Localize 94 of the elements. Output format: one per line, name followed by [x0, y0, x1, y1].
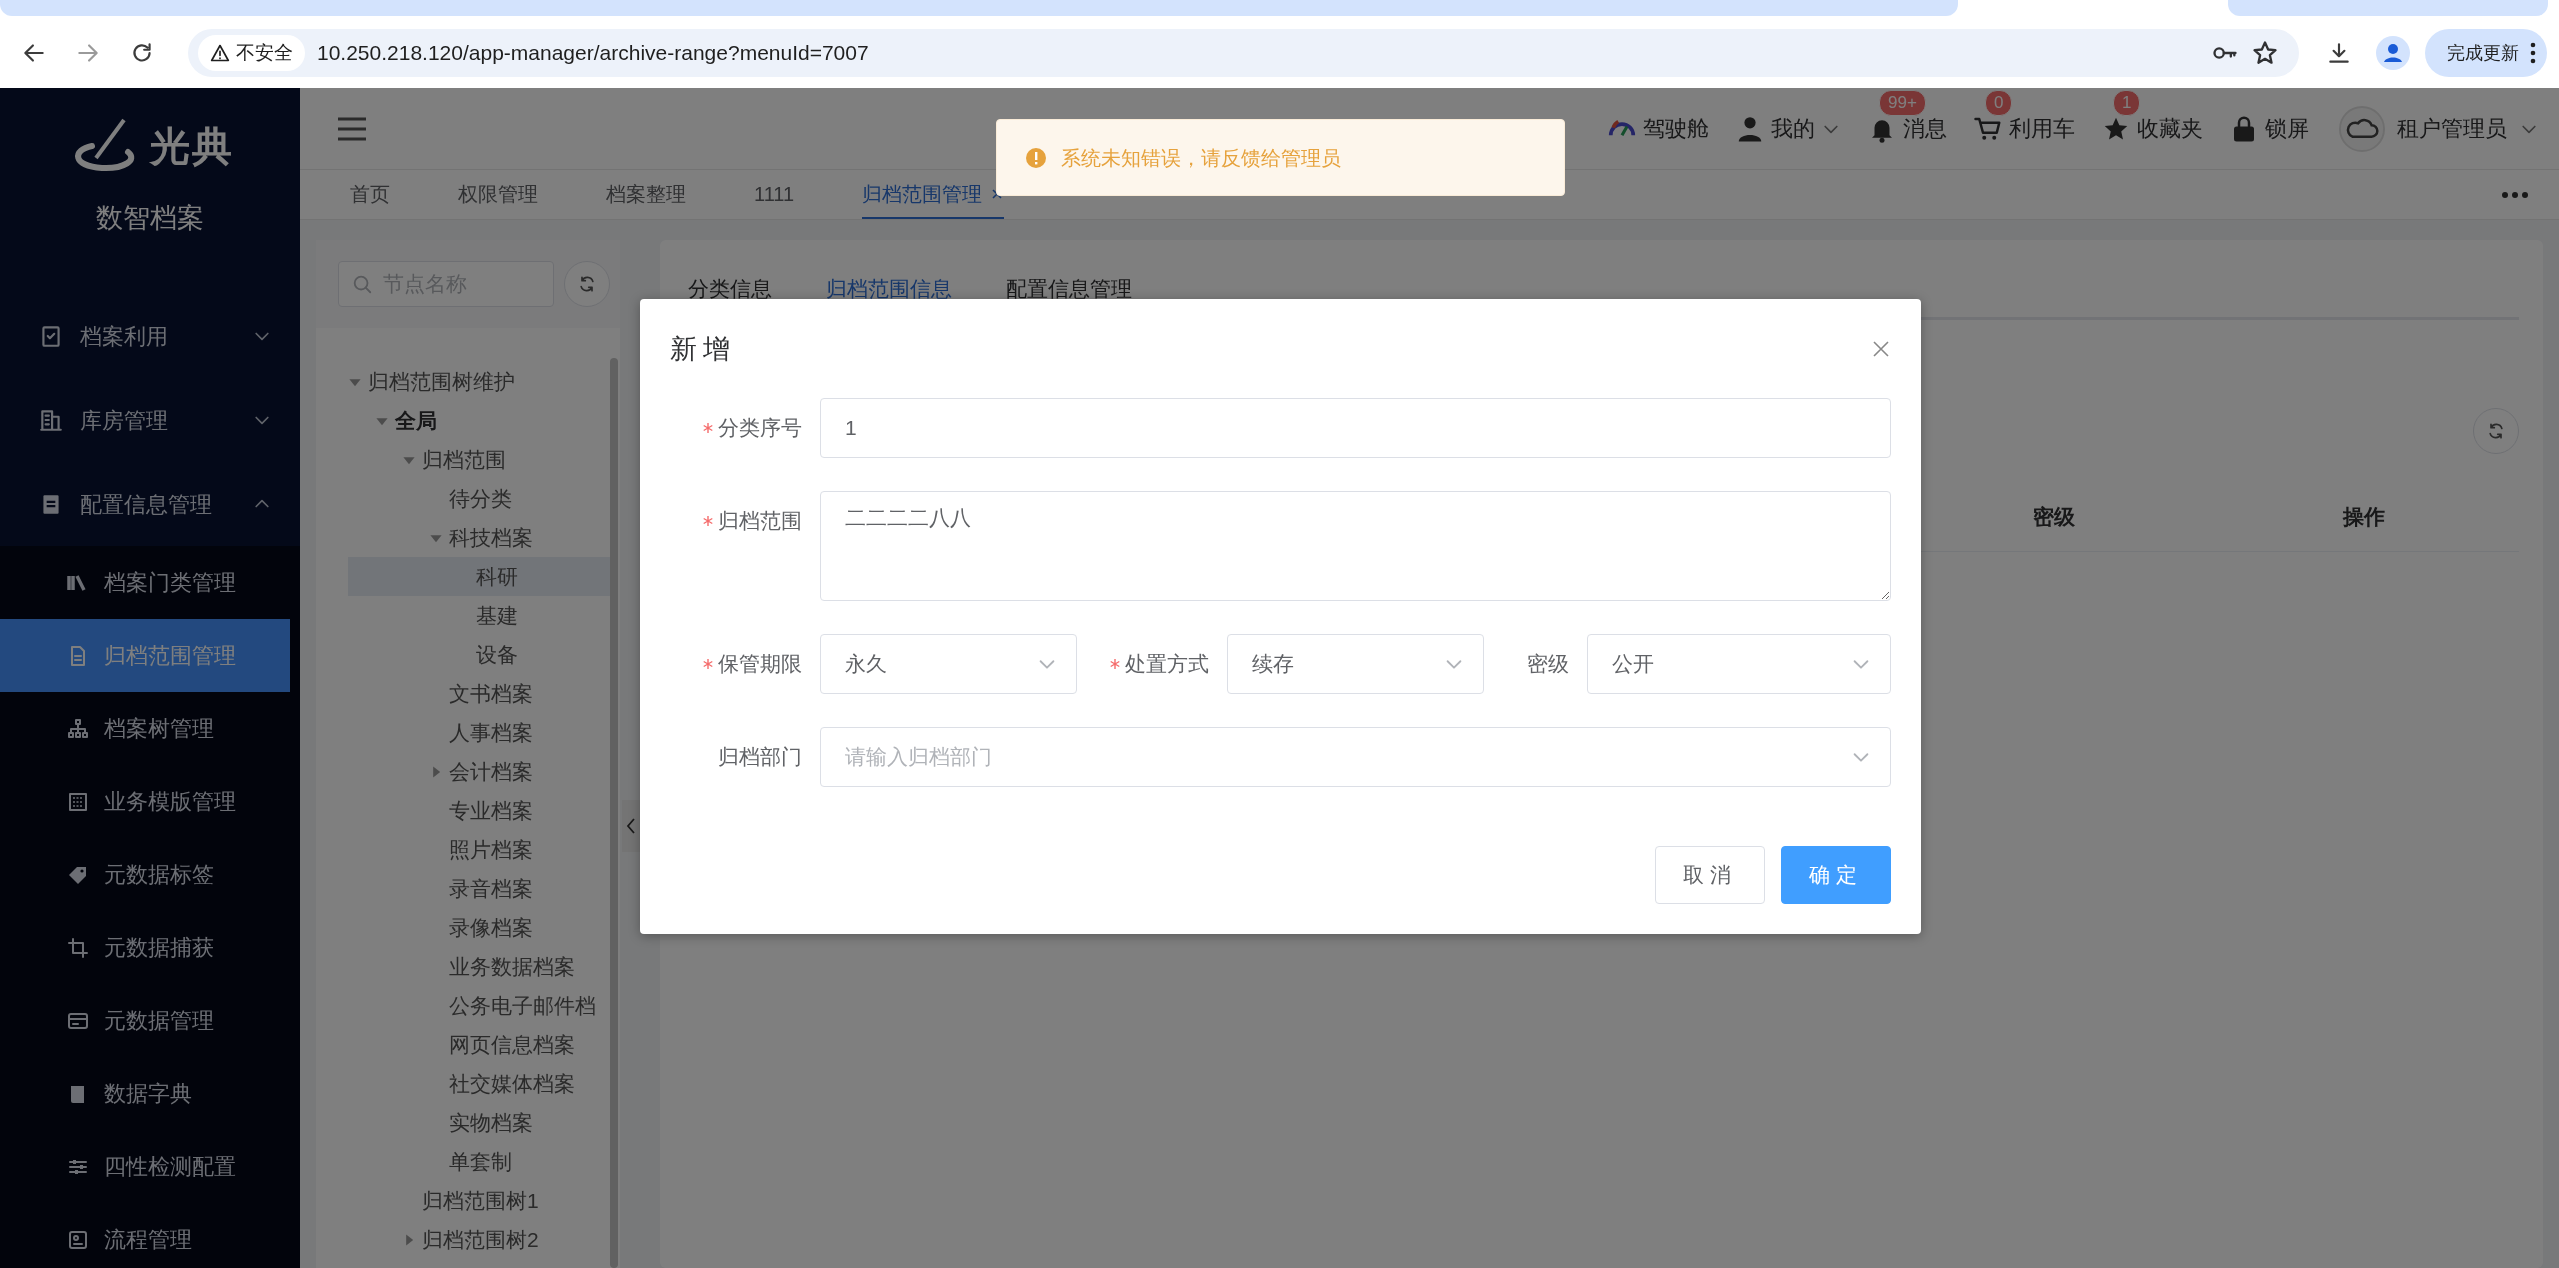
- tree-node[interactable]: 全局: [348, 401, 612, 440]
- submenu-item[interactable]: 档案树管理: [0, 692, 290, 765]
- tree-node[interactable]: 归档范围树1: [348, 1181, 612, 1220]
- tree-node[interactable]: 录像档案: [348, 908, 612, 947]
- cloud-avatar-icon: [2339, 105, 2385, 152]
- text-area[interactable]: 二二二二八八: [820, 490, 1891, 601]
- tree-node[interactable]: 会计档案: [348, 752, 612, 791]
- page-tab[interactable]: 1111: [754, 170, 795, 219]
- select-field[interactable]: 请输入归档部门: [820, 726, 1891, 787]
- page-tab[interactable]: 权限管理: [458, 170, 538, 219]
- menu-group[interactable]: 配置信息管理: [0, 462, 300, 546]
- security-chip[interactable]: 不安全: [198, 34, 305, 72]
- menu-group[interactable]: 库房管理: [0, 378, 300, 462]
- count-badge: 1: [2113, 90, 2141, 116]
- tree-node[interactable]: 照片档案: [348, 830, 612, 869]
- tree-node[interactable]: 待分类: [348, 479, 612, 518]
- chevron-left-icon: [624, 816, 638, 836]
- lock-screen-link[interactable]: 锁屏: [2229, 112, 2309, 145]
- submenu-item[interactable]: 四性检测配置: [0, 1130, 290, 1203]
- submenu-item[interactable]: 业务模版管理: [0, 765, 290, 838]
- submenu-item[interactable]: 元数据管理: [0, 984, 290, 1057]
- tree-node[interactable]: 归档范围: [348, 440, 612, 479]
- alert-circle-icon: [1025, 146, 1047, 169]
- more-icon[interactable]: [2501, 189, 2529, 200]
- tree-node[interactable]: 录音档案: [348, 869, 612, 908]
- tree-node[interactable]: 归档范围树维护: [348, 362, 612, 401]
- select-field[interactable]: 续存: [1227, 633, 1484, 694]
- submenu-item[interactable]: 归档范围管理: [0, 619, 290, 692]
- required-asterisk-icon: [1110, 658, 1120, 669]
- field-label: 分类序号: [670, 397, 820, 458]
- page-tab[interactable]: 首页: [350, 170, 390, 219]
- column-header: 操作: [2341, 503, 2386, 530]
- user-menu[interactable]: 租户管理员: [2339, 105, 2539, 152]
- profile-avatar-icon[interactable]: [2376, 36, 2410, 70]
- mine-menu[interactable]: 我的: [1735, 112, 1841, 145]
- refresh-button[interactable]: [564, 261, 610, 307]
- field-label: 归档部门: [717, 743, 803, 770]
- tree-node[interactable]: 科研: [348, 557, 612, 596]
- submenu-item[interactable]: 元数据标签: [0, 838, 290, 911]
- tree-node[interactable]: 单套制: [348, 1142, 612, 1181]
- tree-node[interactable]: 公务电子邮件档: [348, 986, 612, 1025]
- confirm-button[interactable]: 确定: [1781, 845, 1891, 904]
- tree-node[interactable]: 科技档案: [348, 518, 612, 557]
- download-icon[interactable]: [2326, 40, 2352, 66]
- required-asterisk-icon: [703, 658, 713, 669]
- hierarchy-icon: [66, 716, 90, 741]
- search-icon: [351, 273, 373, 295]
- page-tab[interactable]: 档案整理: [606, 170, 686, 219]
- tree-node[interactable]: 归档范围树2: [348, 1220, 612, 1259]
- scrollbar[interactable]: [610, 358, 618, 1268]
- count-badge: 0: [1985, 90, 2013, 116]
- more-vertical-icon: [2529, 41, 2537, 65]
- update-button[interactable]: 完成更新: [2425, 29, 2547, 77]
- tree-node[interactable]: 基建: [348, 596, 612, 635]
- refresh-icon: [2486, 421, 2506, 441]
- collapse-handle[interactable]: [622, 800, 640, 852]
- building-icon: [38, 407, 64, 433]
- app-name: 数智档案: [96, 202, 204, 235]
- toast-text: 系统未知错误，请反馈给管理员: [1061, 145, 1341, 171]
- tree-node[interactable]: 专业档案: [348, 791, 612, 830]
- star-outline-icon[interactable]: [2251, 39, 2279, 67]
- submenu-item[interactable]: 数据字典: [0, 1057, 290, 1130]
- submenu-item[interactable]: 流程管理: [0, 1203, 290, 1268]
- crop-icon: [66, 935, 90, 960]
- tree-node[interactable]: 人事档案: [348, 713, 612, 752]
- select-field[interactable]: 永久: [820, 633, 1077, 694]
- cancel-button[interactable]: 取消: [1655, 845, 1765, 904]
- warning-triangle-icon: [210, 43, 230, 63]
- count-badge: 99+: [1879, 90, 1926, 116]
- tree-node[interactable]: 实物档案: [348, 1103, 612, 1142]
- tree-node[interactable]: 设备: [348, 635, 612, 674]
- required-asterisk-icon: [703, 515, 713, 526]
- refresh-button[interactable]: [2473, 408, 2519, 454]
- tree-node[interactable]: 业务数据档案: [348, 947, 612, 986]
- refresh-icon: [577, 274, 597, 294]
- tree-node[interactable]: 文书档案: [348, 674, 612, 713]
- required-asterisk-icon: [703, 422, 713, 433]
- cockpit-link[interactable]: 驾驶舱: [1607, 112, 1709, 145]
- select-field[interactable]: 公开: [1587, 633, 1891, 694]
- submenu-item[interactable]: 档案门类管理: [0, 546, 290, 619]
- field-label: 密级: [1526, 650, 1570, 677]
- field-label: 保管期限: [670, 633, 820, 694]
- input-field[interactable]: 1: [820, 397, 1891, 458]
- field-label: 处置方式: [1077, 633, 1227, 694]
- url-text: 10.250.218.120/app-manager/archive-range?menuId=7007: [317, 40, 869, 67]
- submenu-item[interactable]: 元数据捕获: [0, 911, 290, 984]
- tree-node[interactable]: 社交媒体档案: [348, 1064, 612, 1103]
- address-bar[interactable]: 不安全 10.250.218.120/app-manager/archive-range?menuId=7007: [188, 29, 2299, 77]
- logo-text: 光典: [150, 123, 234, 170]
- column-header: 密级: [2032, 503, 2076, 530]
- field-label: 归档范围: [670, 490, 820, 551]
- menu-group[interactable]: 档案利用: [0, 294, 300, 378]
- tree-node[interactable]: 网页信息档案: [348, 1025, 612, 1064]
- dialog-title: 新增: [670, 333, 736, 366]
